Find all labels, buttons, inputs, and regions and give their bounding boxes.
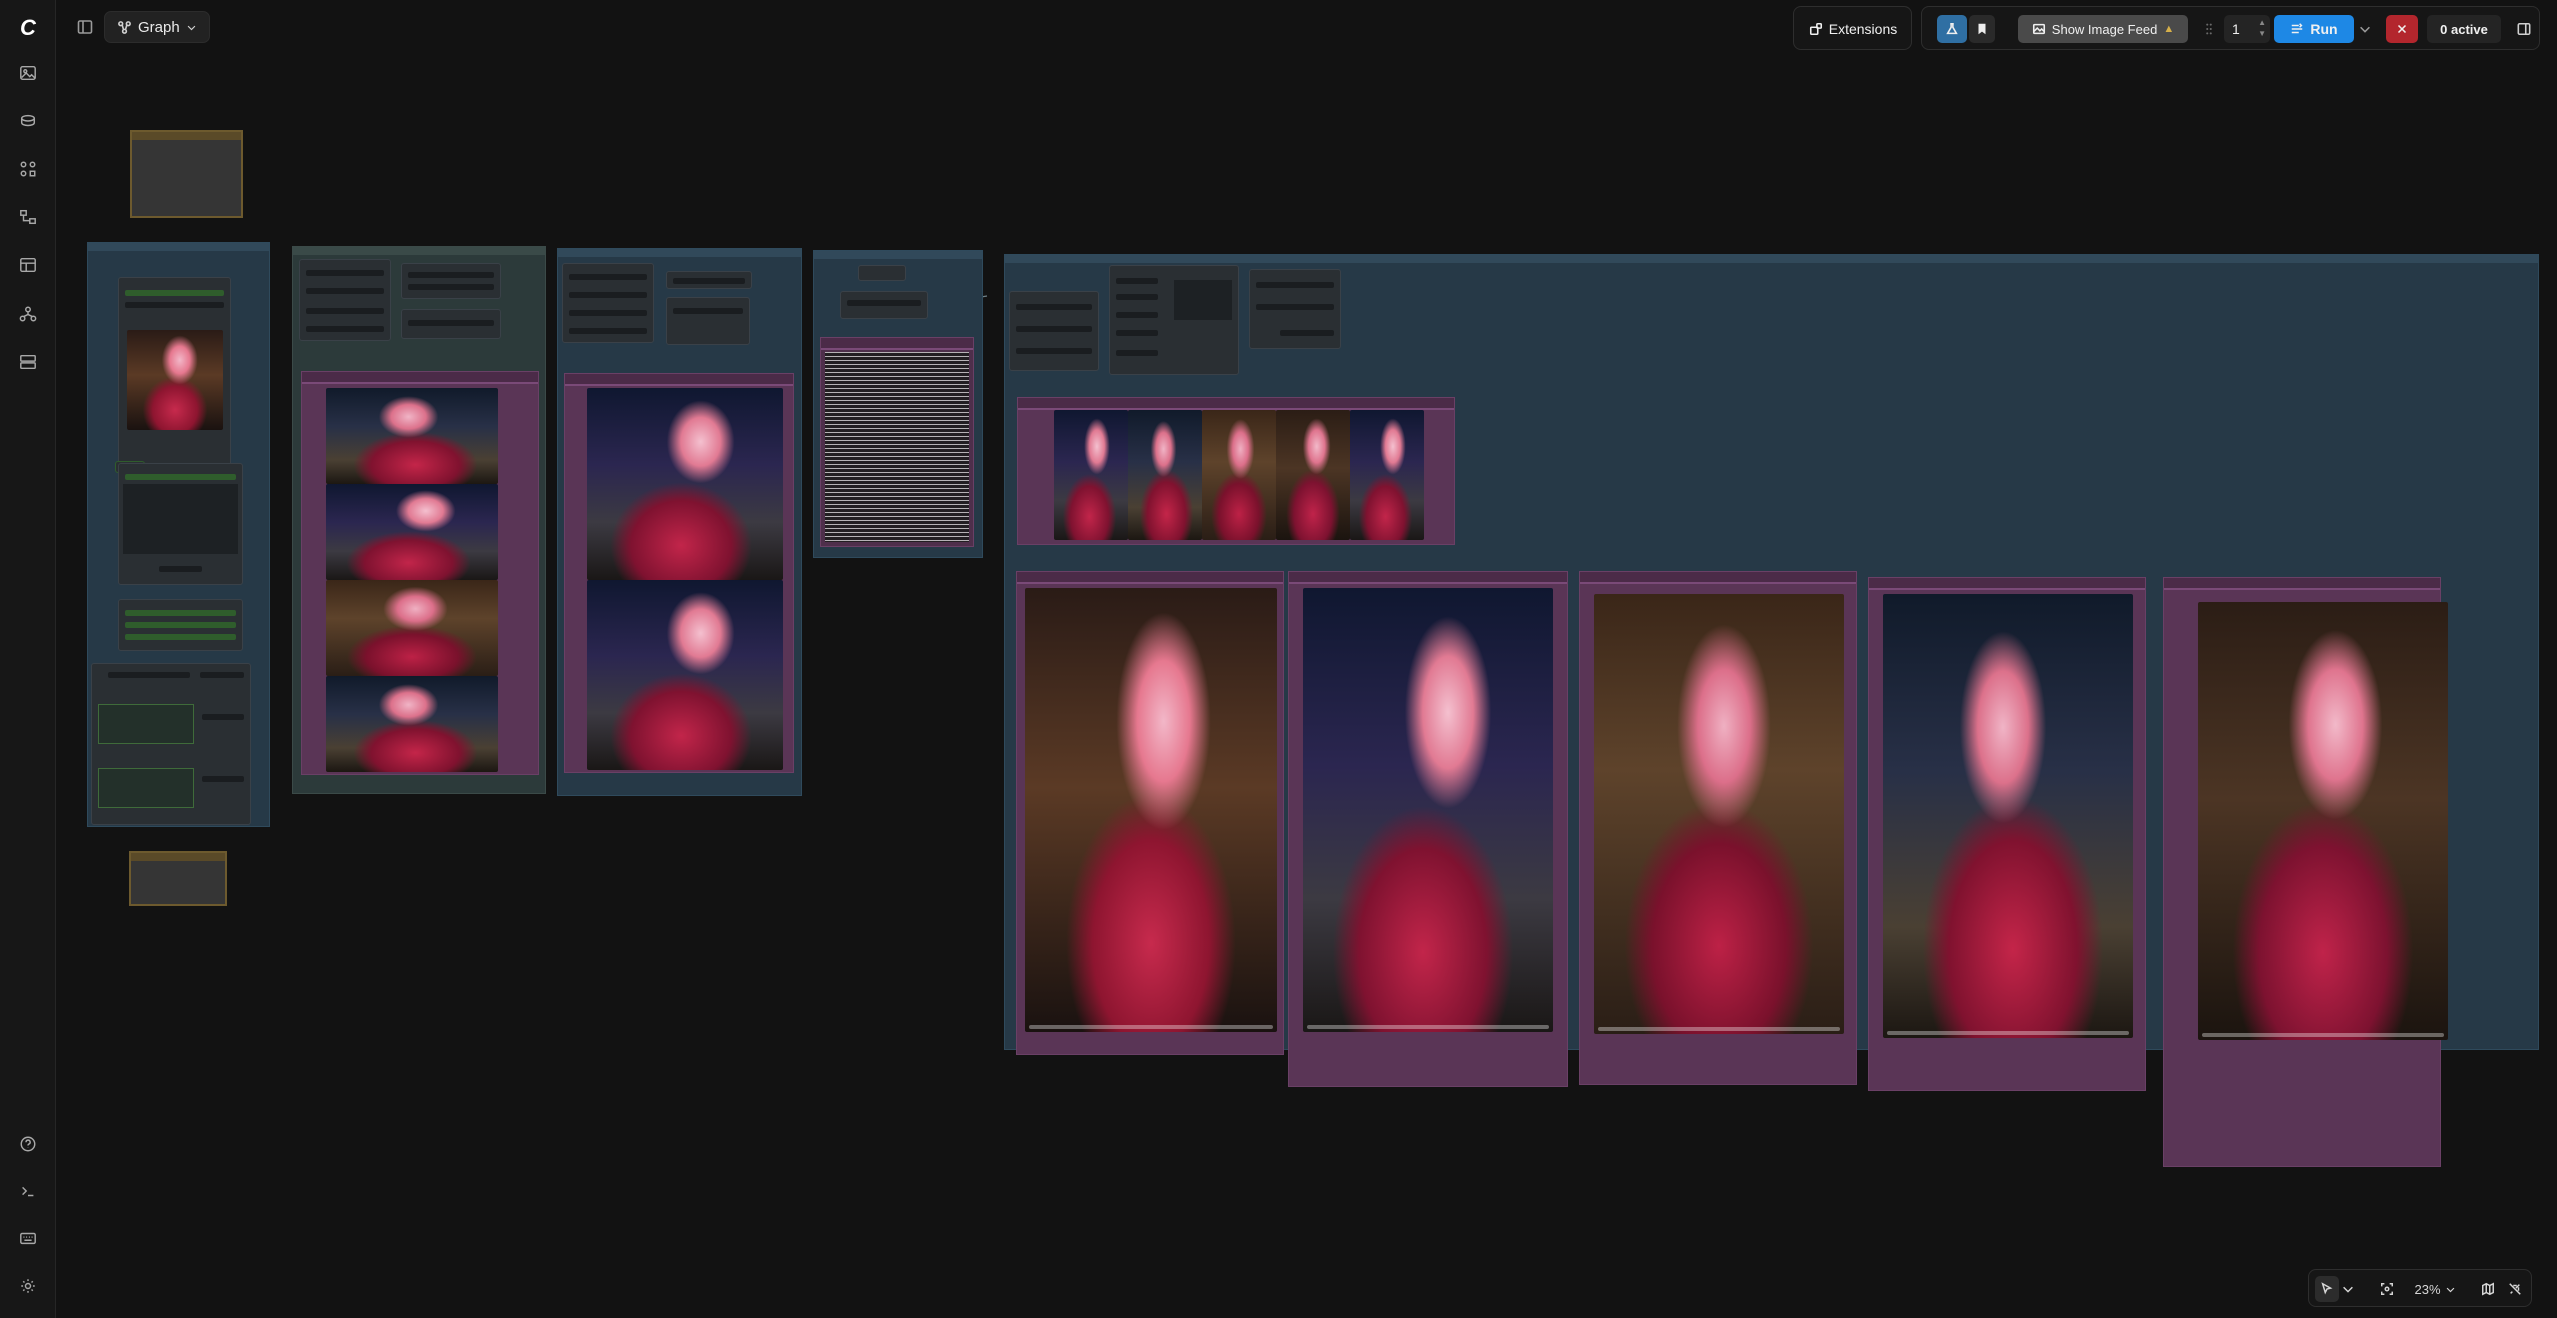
load-image-node[interactable] (118, 277, 231, 472)
pointer-icon (2321, 1282, 2333, 1295)
loader-node[interactable] (666, 271, 752, 289)
graph-canvas[interactable] (57, 0, 2557, 1318)
input-image-preview (127, 330, 223, 430)
nodes-icon[interactable] (12, 153, 44, 185)
encoder-node[interactable] (666, 297, 750, 345)
video-preview-node[interactable] (1579, 571, 1857, 1085)
output-image (326, 388, 498, 484)
output-image (326, 484, 498, 580)
output-video[interactable] (1594, 594, 1844, 1034)
workflows-icon[interactable] (12, 201, 44, 233)
settings-node[interactable] (91, 663, 251, 825)
group-sampler-a[interactable] (292, 246, 546, 794)
video-preview-node[interactable] (1868, 577, 2146, 1091)
sampler-node[interactable] (1009, 291, 1099, 371)
output-video[interactable] (2198, 602, 2448, 1040)
fit-view-button[interactable] (2375, 1276, 2399, 1302)
prompt-text-area[interactable] (825, 352, 969, 542)
output-image (1276, 410, 1350, 540)
output-video[interactable] (1883, 594, 2133, 1038)
app-logo[interactable]: C (12, 12, 44, 44)
output-video[interactable] (1025, 588, 1277, 1032)
output-video[interactable] (1303, 588, 1553, 1032)
preview-node[interactable] (118, 463, 243, 585)
focus-icon (2381, 1283, 2393, 1295)
queue-icon[interactable] (12, 298, 44, 330)
group-outputs[interactable] (1004, 254, 2539, 1167)
models-icon[interactable] (12, 105, 44, 137)
select-tool-button[interactable] (2315, 1276, 2339, 1302)
small-node[interactable] (858, 265, 906, 281)
output-image (326, 580, 498, 676)
output-image (1054, 410, 1128, 540)
group-sampler-b[interactable] (557, 248, 802, 796)
link-off-icon (2509, 1283, 2521, 1295)
sampler-node[interactable] (562, 263, 654, 343)
keyboard-icon[interactable] (12, 1222, 44, 1254)
manager-icon[interactable] (12, 346, 44, 378)
chevron-down-icon (2343, 1286, 2353, 1293)
output-image (1128, 410, 1202, 540)
video-preview-node[interactable] (2163, 577, 2448, 1167)
zoom-dropdown[interactable]: 23% (2409, 1276, 2461, 1302)
terminal-icon[interactable] (12, 1175, 44, 1207)
group-input[interactable] (87, 242, 270, 827)
tool-options-button[interactable] (2340, 1276, 2356, 1302)
loader-node[interactable] (401, 263, 501, 299)
chevron-down-icon (2446, 1287, 2454, 1292)
help-icon[interactable] (12, 1128, 44, 1160)
note-node[interactable] (130, 130, 243, 218)
output-image (326, 676, 498, 772)
encoder-node[interactable] (401, 309, 501, 339)
batch-preview-node[interactable] (1017, 397, 1455, 545)
note-node[interactable] (129, 851, 227, 906)
params-node[interactable] (118, 599, 243, 651)
toggle-links-button[interactable] (2504, 1276, 2526, 1302)
minimap-button[interactable] (2477, 1276, 2499, 1302)
output-image (587, 388, 783, 580)
video-preview-node[interactable] (1016, 571, 1284, 1055)
zoom-level: 23% (2414, 1281, 2441, 1297)
map-icon (2482, 1282, 2494, 1296)
sampler-node[interactable] (299, 259, 391, 341)
group-prompt[interactable] (813, 250, 983, 558)
text-input-node[interactable] (840, 291, 928, 319)
preview-image-node[interactable] (564, 373, 794, 773)
output-image (1202, 410, 1276, 540)
prompt-text-node[interactable] (820, 337, 974, 547)
comfyui-app: C Graph Extensions Show Image Feed ▲ 1 ▲… (0, 0, 2557, 1318)
left-sidebar: C (0, 0, 56, 1318)
images-icon[interactable] (12, 57, 44, 89)
video-preview-node[interactable] (1288, 571, 1568, 1087)
vae-node[interactable] (1249, 269, 1341, 349)
model-node[interactable] (1109, 265, 1239, 375)
output-image (587, 580, 783, 770)
templates-icon[interactable] (12, 249, 44, 281)
preview-image-node[interactable] (301, 371, 539, 775)
canvas-controls: 23% (2308, 1269, 2532, 1307)
output-image (1350, 410, 1424, 540)
settings-icon[interactable] (12, 1270, 44, 1302)
